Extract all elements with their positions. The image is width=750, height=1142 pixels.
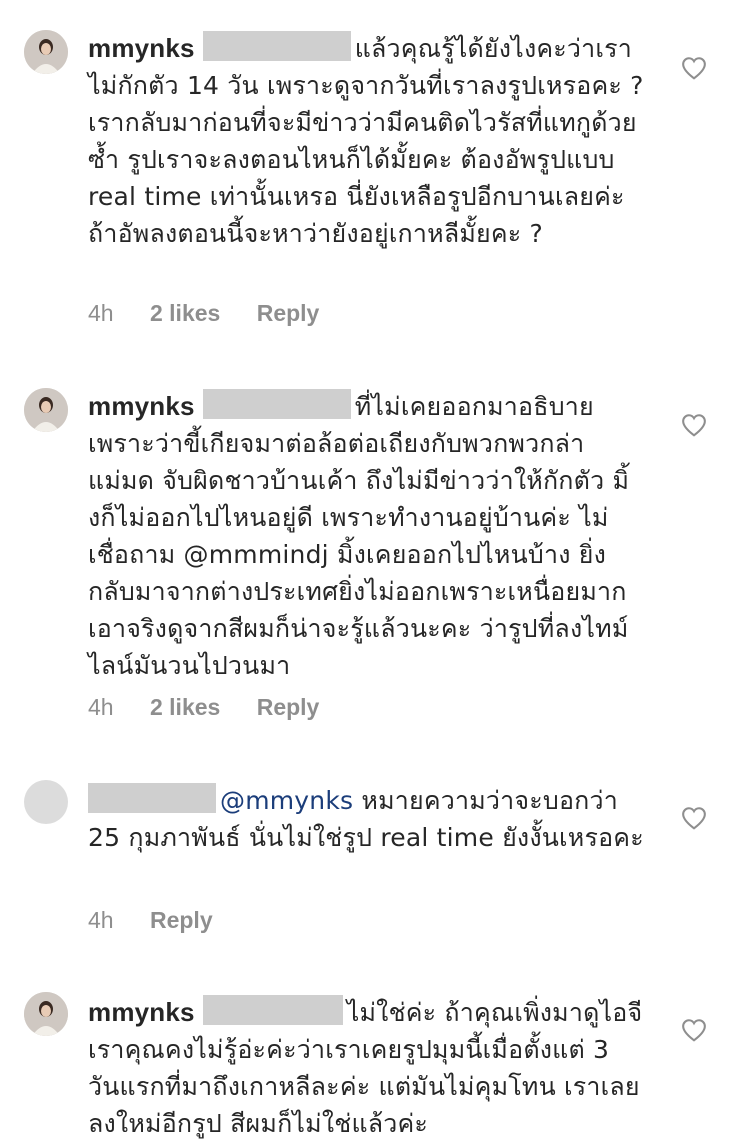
heart-outline-icon[interactable]: [681, 806, 707, 830]
comment-text: @mmynks หมายความว่าจะบอกว่า 25 กุมภาพันธ…: [88, 782, 648, 856]
redacted-block: [202, 995, 343, 1025]
redacted-block: [202, 31, 351, 61]
reply-button[interactable]: Reply: [257, 694, 320, 720]
avatar[interactable]: [24, 992, 68, 1036]
comment-time: 4h: [88, 694, 114, 720]
heart-outline-icon[interactable]: [681, 1018, 707, 1042]
comment-body: แล้วคุณรู้ได้ยังไงคะว่าเราไม่กักตัว 14 ว…: [88, 34, 644, 248]
reply-button[interactable]: Reply: [150, 907, 213, 933]
likes-count[interactable]: 2 likes: [150, 300, 220, 326]
comment-time: 4h: [88, 907, 114, 933]
comment-meta: 4h 2 likes Reply: [88, 694, 349, 721]
heart-outline-icon[interactable]: [681, 413, 707, 437]
comment-username[interactable]: mmynks: [88, 391, 195, 421]
comment-body: ที่ไม่เคยออกมาอธิบาย เพราะว่าขี้เกียจมาต…: [88, 392, 630, 680]
avatar[interactable]: [24, 388, 68, 432]
reply-button[interactable]: Reply: [257, 300, 320, 326]
avatar[interactable]: [24, 780, 68, 824]
comment-meta: 4h Reply: [88, 907, 243, 934]
comment-text: mmynks ที่ไม่เคยออกมาอธิบาย เพราะว่าขี้เก…: [88, 388, 648, 684]
comment-username[interactable]: mmynks: [88, 997, 195, 1027]
comment-text: mmynks ไม่ใช่ค่ะ ถ้าคุณเพิ่งมาดูไอจีเราคุ…: [88, 994, 648, 1142]
comment-text: mmynks แล้วคุณรู้ได้ยังไงคะว่าเราไม่กักตั…: [88, 30, 648, 252]
mention-link[interactable]: @mmynks: [220, 786, 353, 815]
redacted-block: [202, 389, 351, 419]
comment-time: 4h: [88, 300, 114, 326]
redacted-block: [88, 783, 216, 813]
comment-username[interactable]: mmynks: [88, 33, 195, 63]
avatar[interactable]: [24, 30, 68, 74]
heart-outline-icon[interactable]: [681, 56, 707, 80]
comment-meta: 4h 2 likes Reply: [88, 300, 349, 327]
likes-count[interactable]: 2 likes: [150, 694, 220, 720]
